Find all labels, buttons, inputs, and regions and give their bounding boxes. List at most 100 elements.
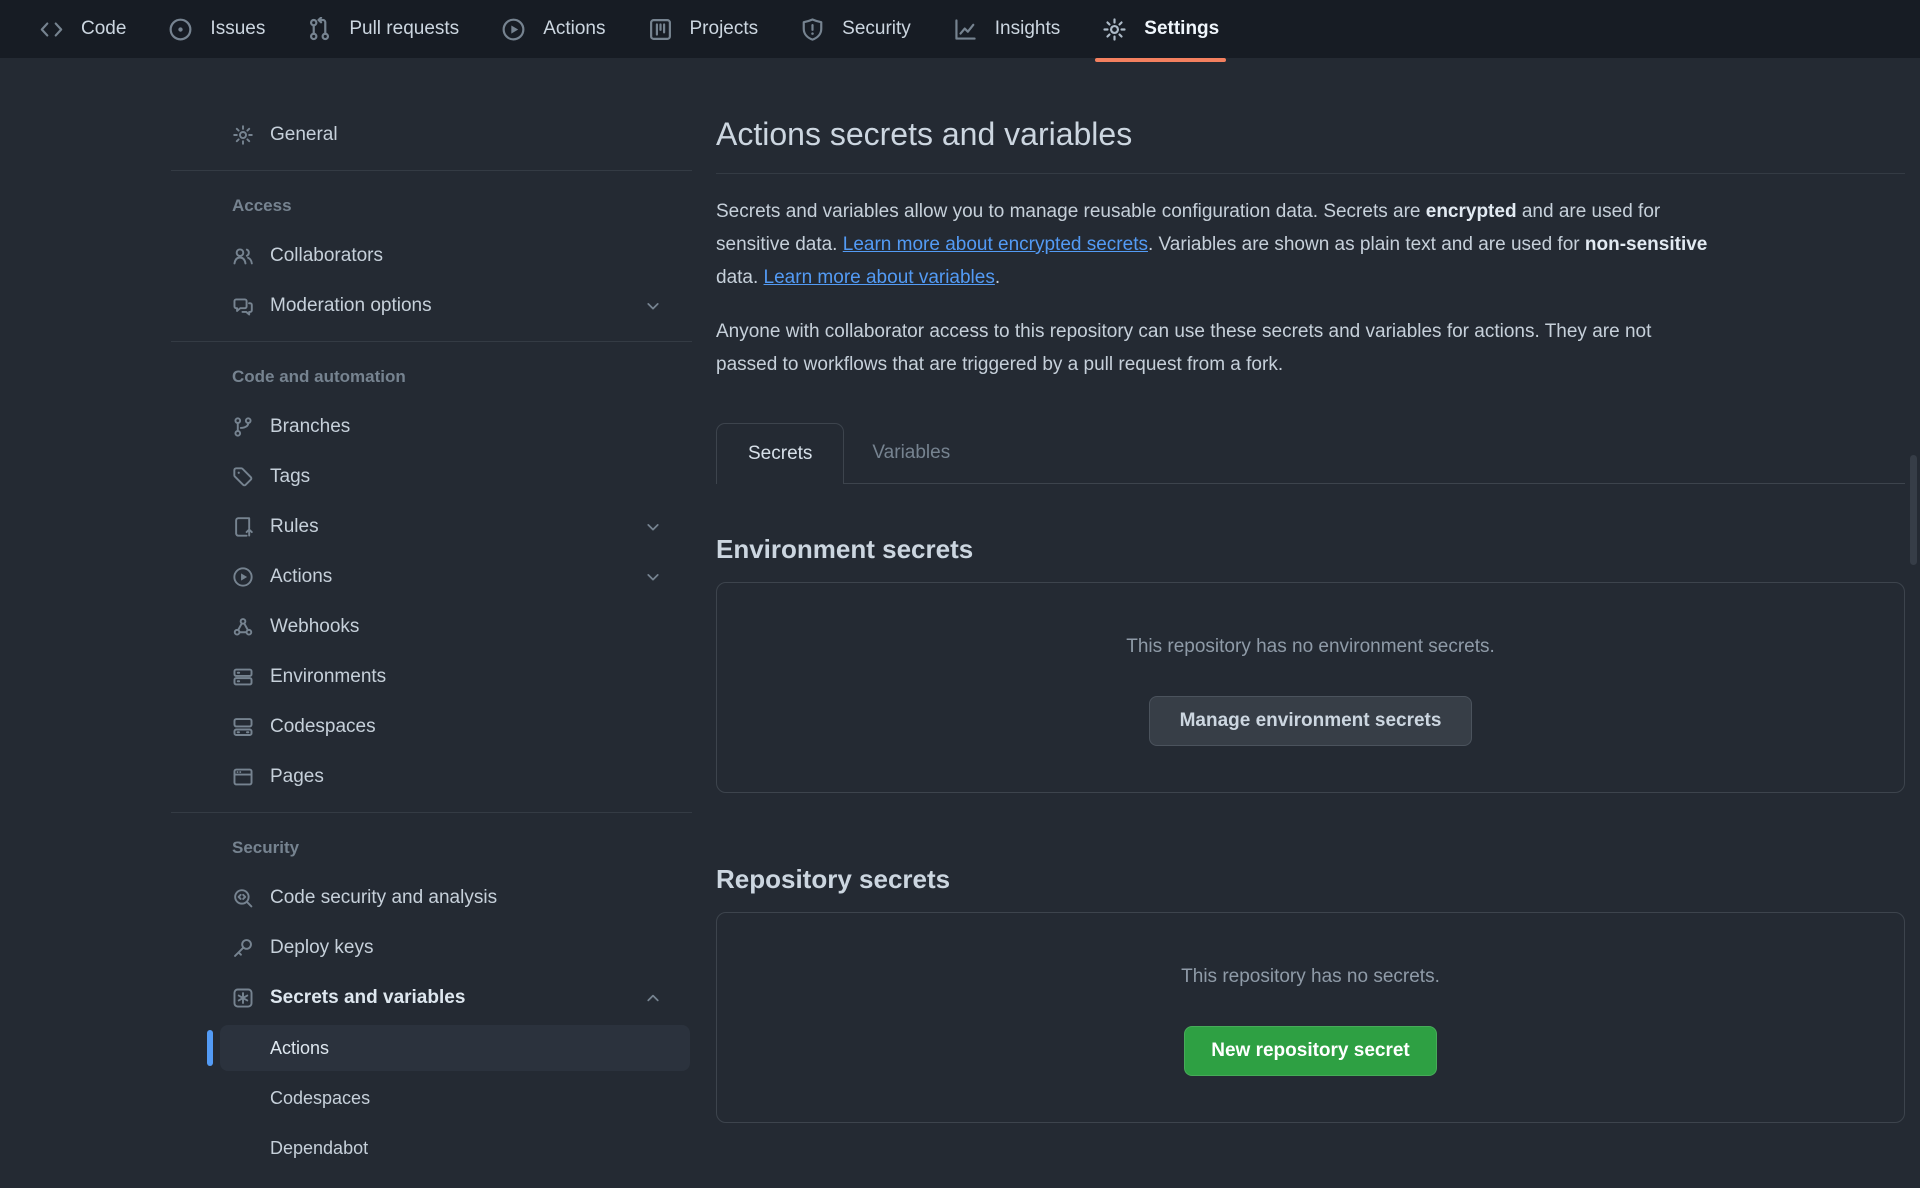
sidebar-item-environments[interactable]: Environments [171, 652, 692, 702]
play-icon [232, 566, 254, 588]
body-text: data. [716, 267, 764, 288]
sidebar-item-general[interactable]: General [171, 110, 692, 160]
webhook-icon [232, 616, 254, 638]
gear-icon [232, 124, 254, 146]
tab-variables[interactable]: Variables [844, 423, 978, 483]
sidebar-subitem-label: Codespaces [270, 1088, 370, 1109]
chevron-down-icon [643, 517, 663, 537]
sidebar-subitem-actions[interactable]: Actions [171, 1023, 692, 1073]
chevron-up-icon [643, 988, 663, 1008]
sidebar-item-label: Rules [270, 516, 643, 538]
environment-secrets-empty-box: This repository has no environment secre… [716, 582, 1905, 793]
sidebar-item-rules[interactable]: Rules [171, 502, 692, 552]
sidebar-item-code-security-and-analysis[interactable]: Code security and analysis [171, 873, 692, 923]
repository-secrets-heading: Repository secrets [716, 863, 1905, 896]
scrollbar-thumb[interactable] [1910, 455, 1917, 565]
nav-item-actions[interactable]: Actions [488, 0, 618, 58]
settings-sidebar: General Access Collaborators Moderation opt… [171, 110, 692, 1173]
selected-indicator-bar [207, 1030, 213, 1066]
code-icon [39, 17, 64, 42]
secrets-variables-tabnav: Secrets Variables [716, 423, 1905, 484]
issue-icon [168, 17, 193, 42]
sidebar-divider [171, 812, 692, 813]
manage-environment-secrets-button[interactable]: Manage environment secrets [1149, 696, 1473, 746]
body-text: sensitive data. [716, 234, 843, 255]
nav-item-label: Issues [210, 18, 265, 40]
sidebar-item-actions[interactable]: Actions [171, 552, 692, 602]
pr-icon [307, 17, 332, 42]
tab-secrets[interactable]: Secrets [716, 423, 844, 484]
emphasized-text: encrypted [1426, 201, 1517, 222]
browser-icon [232, 766, 254, 788]
sidebar-subitem-dependabot[interactable]: Dependabot [171, 1123, 692, 1173]
sidebar-subitem-codespaces[interactable]: Codespaces [171, 1073, 692, 1123]
sidebar-section-header-code-and-automation: Code and automation [171, 352, 692, 402]
sidebar-item-tags[interactable]: Tags [171, 452, 692, 502]
chevron-down-icon [643, 296, 663, 316]
nav-item-label: Actions [543, 18, 605, 40]
discussion-icon [232, 295, 254, 317]
rules-icon [232, 516, 254, 538]
sidebar-item-webhooks[interactable]: Webhooks [171, 602, 692, 652]
sidebar-item-moderation-options[interactable]: Moderation options [171, 281, 692, 331]
sidebar-section-header-security: Security [171, 823, 692, 873]
nav-item-issues[interactable]: Issues [155, 0, 278, 58]
sidebar-item-label: Codespaces [270, 716, 663, 738]
nav-item-label: Code [81, 18, 126, 40]
repository-secrets-empty-box: This repository has no secrets. New repo… [716, 912, 1905, 1123]
sidebar-item-label: Tags [270, 466, 663, 488]
collaborator-paragraph: Anyone with collaborator access to this … [716, 315, 1905, 381]
main-content: Actions secrets and variables Secrets an… [716, 0, 1905, 1123]
sidebar-section-header-access: Access [171, 181, 692, 231]
tag-icon [232, 466, 254, 488]
body-text: passed to workflows that are triggered b… [716, 354, 1283, 375]
chevron-down-icon [643, 567, 663, 587]
branch-icon [232, 416, 254, 438]
project-icon [648, 17, 673, 42]
repository-secrets-empty-text: This repository has no secrets. [1181, 965, 1440, 988]
sidebar-item-label: Branches [270, 416, 663, 438]
sidebar-item-label: Webhooks [270, 616, 663, 638]
environment-secrets-heading: Environment secrets [716, 533, 1905, 566]
codespaces-icon [232, 716, 254, 738]
nav-item-pull-requests[interactable]: Pull requests [294, 0, 472, 58]
body-text: . [995, 267, 1000, 288]
sidebar-item-branches[interactable]: Branches [171, 402, 692, 452]
sidebar-subitem-label: Dependabot [270, 1138, 368, 1159]
sidebar-item-label: Pages [270, 766, 663, 788]
sidebar-item-codespaces[interactable]: Codespaces [171, 702, 692, 752]
repository-secrets-section: Repository secrets This repository has n… [716, 863, 1905, 1123]
sidebar-item-secrets-and-variables[interactable]: Secrets and variables [171, 973, 692, 1023]
body-text: Secrets and variables allow you to manag… [716, 201, 1426, 222]
server-icon [232, 666, 254, 688]
intro-paragraph: Secrets and variables allow you to manag… [716, 195, 1905, 294]
body-text: and are used for [1517, 201, 1661, 222]
sidebar-item-label: Environments [270, 666, 663, 688]
nav-item-code[interactable]: Code [26, 0, 139, 58]
sidebar-item-label: Actions [270, 566, 643, 588]
new-repository-secret-button[interactable]: New repository secret [1184, 1026, 1437, 1076]
codescan-icon [232, 887, 254, 909]
sidebar-item-label: Moderation options [270, 295, 643, 317]
key-icon [232, 937, 254, 959]
sidebar-item-collaborators[interactable]: Collaborators [171, 231, 692, 281]
link-learn-more-about-encrypted-secrets[interactable]: Learn more about encrypted secrets [843, 234, 1148, 255]
page-title: Actions secrets and variables [716, 113, 1905, 155]
keyAsterisk-icon [232, 987, 254, 1009]
play-icon [501, 17, 526, 42]
sidebar-divider [171, 170, 692, 171]
environment-secrets-empty-text: This repository has no environment secre… [1126, 635, 1495, 658]
sidebar-item-label: Secrets and variables [270, 987, 643, 1009]
link-learn-more-about-variables[interactable]: Learn more about variables [764, 267, 995, 288]
sidebar-item-label: Code security and analysis [270, 887, 663, 909]
environment-secrets-section: Environment secrets This repository has … [716, 533, 1905, 793]
emphasized-text: non-sensitive [1585, 234, 1707, 255]
sidebar-item-pages[interactable]: Pages [171, 752, 692, 802]
sidebar-item-deploy-keys[interactable]: Deploy keys [171, 923, 692, 973]
people-icon [232, 245, 254, 267]
nav-item-label: Pull requests [349, 18, 459, 40]
sidebar-item-label: Collaborators [270, 245, 663, 267]
sidebar-subitem-label: Actions [270, 1038, 329, 1059]
sidebar-item-label: Deploy keys [270, 937, 663, 959]
sidebar-item-label: General [270, 124, 663, 146]
